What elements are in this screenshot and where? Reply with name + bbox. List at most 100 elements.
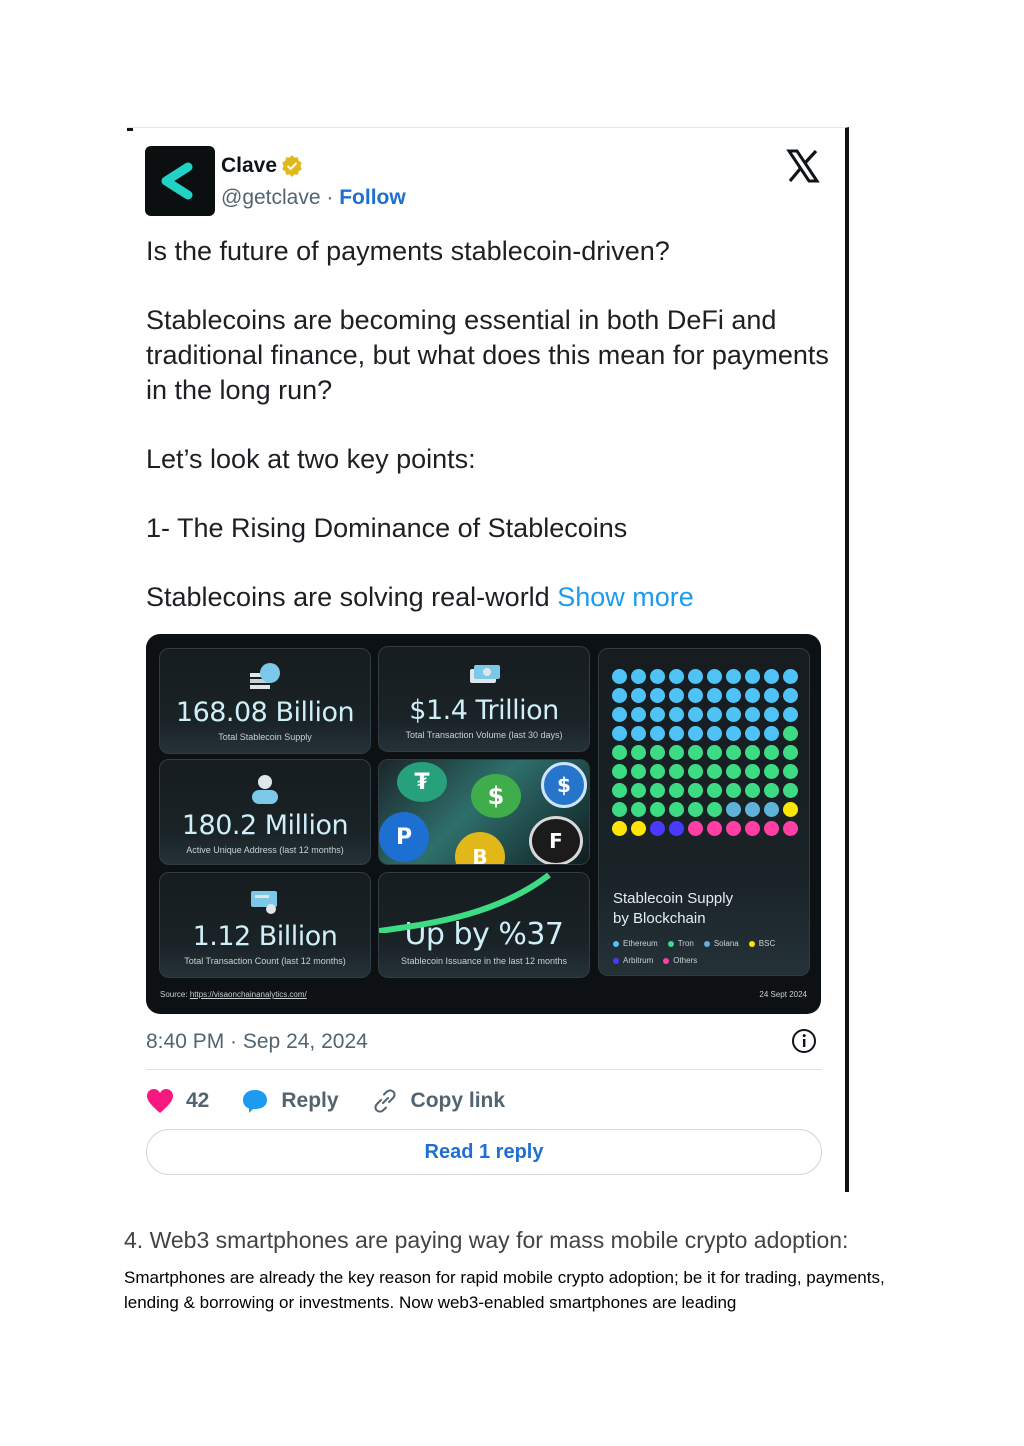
link-icon — [374, 1089, 396, 1113]
stablecoin-logos-tile: ₮ $ $ P B F — [378, 759, 590, 865]
supply-dot — [783, 669, 798, 684]
infographic-source: Source: https://visaonchainanalytics.com… — [160, 990, 307, 999]
read-replies-button[interactable]: Read 1 reply — [146, 1129, 822, 1175]
dollar-coin-icon: $ — [471, 774, 521, 818]
legend-swatch — [613, 957, 619, 964]
supply-dot — [745, 764, 760, 779]
supply-dot — [764, 707, 779, 722]
legend-item: BSC — [748, 939, 776, 948]
legend-item: Arbitrum — [613, 956, 653, 965]
legend-item: Solana — [703, 939, 739, 948]
supply-dot — [631, 802, 646, 817]
legend-label: Arbitrum — [623, 956, 654, 965]
supply-dot — [650, 745, 665, 760]
supply-dot — [631, 726, 646, 741]
supply-dot — [783, 688, 798, 703]
supply-dot — [726, 707, 741, 722]
supply-dot — [764, 726, 779, 741]
supply-dot — [650, 802, 665, 817]
legend-item: Others — [663, 956, 697, 965]
supply-dot — [669, 669, 684, 684]
supply-dot — [631, 745, 646, 760]
stat-label: Total Transaction Volume (last 30 days) — [405, 730, 563, 740]
coin-stack-icon — [250, 663, 280, 689]
supply-dot — [631, 669, 646, 684]
stat-tile-supply: 168.08 Billion Total Stablecoin Supply — [159, 648, 371, 754]
infographic-date: 24 Sept 2024 — [759, 990, 807, 999]
supply-dot — [707, 726, 722, 741]
copy-link-label: Copy link — [410, 1089, 506, 1112]
supply-dot — [688, 764, 703, 779]
supply-dot — [612, 707, 627, 722]
supply-dot — [650, 783, 665, 798]
supply-dot — [726, 726, 741, 741]
supply-dot — [707, 688, 722, 703]
supply-dot — [650, 707, 665, 722]
avatar[interactable] — [145, 146, 215, 216]
supply-dot — [764, 669, 779, 684]
supply-dot — [688, 783, 703, 798]
copy-link-button[interactable]: Copy link — [371, 1088, 506, 1114]
supply-dot — [707, 669, 722, 684]
supply-dot — [745, 726, 760, 741]
reply-button[interactable]: Reply — [241, 1088, 339, 1114]
frax-coin-icon: F — [529, 816, 583, 864]
supply-dot — [612, 745, 627, 760]
supply-dot — [631, 821, 646, 836]
supply-dot — [669, 707, 684, 722]
legend-swatch — [748, 940, 755, 947]
supply-dot — [631, 783, 646, 798]
supply-dot — [650, 821, 665, 836]
supply-dot — [650, 688, 665, 703]
supply-dot — [726, 745, 741, 760]
verified-badge-icon — [282, 155, 302, 177]
supply-dot — [726, 821, 741, 836]
corner-mark — [127, 128, 133, 131]
supply-dot — [745, 669, 760, 684]
stat-value: 168.08 Billion — [175, 697, 355, 728]
supply-dot — [650, 726, 665, 741]
supply-dot — [726, 802, 741, 817]
supply-dot — [612, 669, 627, 684]
supply-dot — [783, 821, 798, 836]
supply-title-line: Stablecoin Supply — [613, 890, 734, 907]
tweet-paragraph: 1- The Rising Dominance of Stablecoins — [146, 513, 628, 543]
stat-tile-addresses: 180.2 Million Active Unique Address (las… — [159, 759, 371, 865]
like-button[interactable]: 42 — [146, 1088, 209, 1114]
embedded-tweet: Clave @getclave · Follow Is the future o… — [127, 127, 849, 1192]
supply-dot — [669, 764, 684, 779]
show-more-link[interactable]: Show more — [557, 582, 694, 612]
supply-by-blockchain-panel: Stablecoin Supply by Blockchain Ethereum… — [598, 648, 810, 976]
cash-icon — [470, 665, 500, 683]
source-label: Source: — [160, 990, 188, 999]
supply-dot — [669, 821, 684, 836]
author-name[interactable]: Clave — [221, 154, 277, 178]
supply-dot — [612, 764, 627, 779]
supply-dot — [745, 783, 760, 798]
author-name-row[interactable]: Clave — [221, 154, 303, 178]
divider — [146, 1069, 822, 1070]
legend-label: Ethereum — [623, 939, 658, 948]
follow-button[interactable]: Follow — [339, 186, 406, 209]
supply-dot — [726, 669, 741, 684]
stat-tile-transactions: 1.12 Billion Total Transaction Count (la… — [159, 872, 371, 978]
document-heading: 4. Web3 smartphones are paying way for m… — [124, 1227, 849, 1253]
supply-dot — [688, 707, 703, 722]
legend-swatch — [703, 940, 710, 947]
supply-dot — [707, 783, 722, 798]
supply-dot — [707, 802, 722, 817]
author-handle[interactable]: @getclave — [221, 186, 321, 209]
supply-dot — [650, 669, 665, 684]
handle-separator: · — [326, 186, 334, 209]
x-logo-icon[interactable] — [785, 148, 821, 184]
stat-label: Stablecoin Issuance in the last 12 month… — [400, 956, 568, 966]
stablecoin-infographic[interactable]: 168.08 Billion Total Stablecoin Supply $… — [146, 634, 821, 1014]
source-link[interactable]: https://visaonchainanalytics.com/ — [190, 990, 307, 999]
tweet-paragraph-truncated: Stablecoins are solving real-world Show … — [146, 580, 836, 615]
legend-label: BSC — [758, 939, 776, 948]
tweet-timestamp[interactable]: 8:40 PM · Sep 24, 2024 — [146, 1030, 368, 1054]
info-icon[interactable] — [791, 1028, 817, 1054]
supply-dot — [745, 802, 760, 817]
supply-dot — [764, 821, 779, 836]
legend-label: Others — [673, 956, 698, 965]
